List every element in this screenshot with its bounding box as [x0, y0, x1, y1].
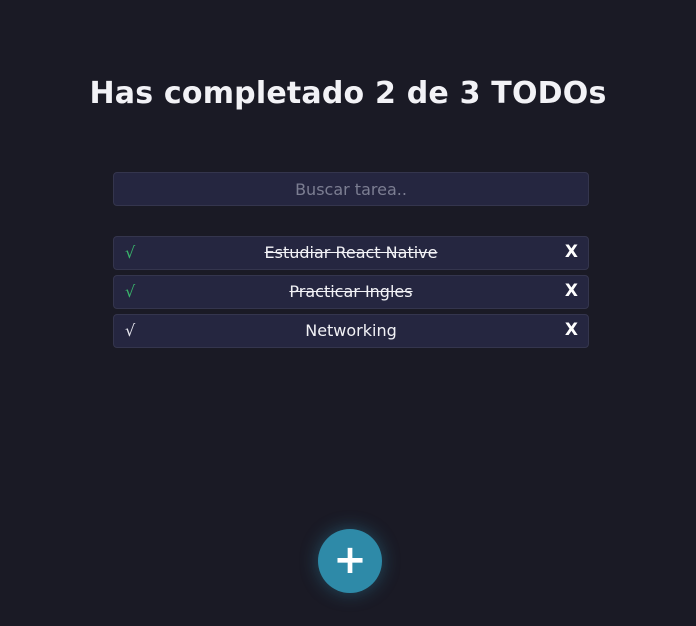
check-icon[interactable]: √ — [125, 243, 135, 262]
todo-text: Practicar Ingles — [289, 282, 413, 301]
page-title: Has completado 2 de 3 TODOs — [89, 76, 607, 111]
check-icon[interactable]: √ — [125, 321, 135, 340]
delete-button[interactable]: X — [565, 320, 578, 340]
add-todo-button[interactable]: + — [318, 529, 382, 593]
check-icon[interactable]: √ — [125, 282, 135, 301]
delete-button[interactable]: X — [565, 242, 578, 262]
todo-text: Estudiar React Native — [264, 243, 438, 262]
search-input[interactable] — [113, 172, 589, 206]
delete-button[interactable]: X — [565, 281, 578, 301]
todo-item: √ Estudiar React Native X — [113, 236, 589, 270]
todo-item: √ Networking X — [113, 314, 589, 348]
todo-item: √ Practicar Ingles X — [113, 275, 589, 309]
todo-list: √ Estudiar React Native X √ Practicar In… — [113, 236, 589, 353]
todo-text: Networking — [305, 321, 397, 340]
